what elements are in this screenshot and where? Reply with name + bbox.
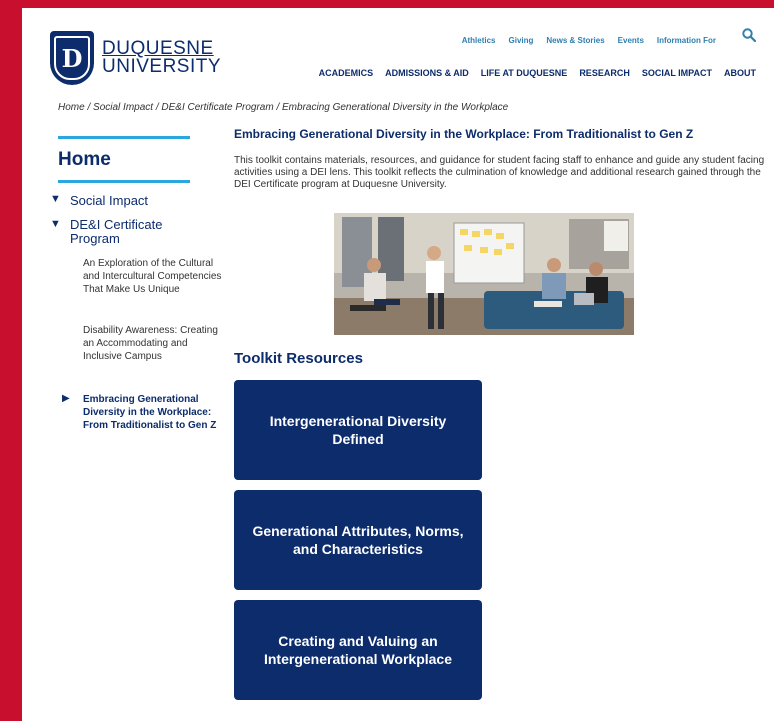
triangle-right-icon: ▶ (62, 393, 70, 404)
nav-news-stories[interactable]: News & Stories (546, 36, 604, 45)
card-label: Creating and Valuing an Intergenerationa… (263, 633, 452, 667)
nav-academics[interactable]: ACADEMICS (319, 68, 374, 78)
triangle-down-icon: ▼ (50, 193, 61, 205)
nav-giving[interactable]: Giving (509, 36, 534, 45)
nav-social-impact[interactable]: SOCIAL IMPACT (642, 68, 712, 78)
intro-text: This toolkit contains materials, resourc… (234, 155, 765, 190)
resource-card-intergenerational-diversity[interactable]: Intergenerational Diversity Defined (234, 380, 482, 480)
breadcrumb: Home / Social Impact / DE&I Certificate … (58, 102, 509, 113)
sidebar-subitem-cultural-competencies[interactable]: An Exploration of the Cultural and Inter… (83, 257, 228, 296)
search-icon[interactable] (742, 28, 756, 42)
sidebar-subitem-generational-diversity[interactable]: Embracing Generational Diversity in the … (83, 393, 228, 432)
card-label: Generational Attributes, Norms, and Char… (252, 523, 464, 557)
nav-events[interactable]: Events (618, 36, 644, 45)
page-title: Embracing Generational Diversity in the … (234, 127, 694, 141)
utility-nav: Athletics Giving News & Stories Events I… (462, 36, 716, 45)
logo-wordmark: DUQUESNE UNIVERSITY (102, 39, 222, 77)
nav-information-for[interactable]: Information For (657, 36, 716, 45)
nav-research[interactable]: RESEARCH (579, 68, 630, 78)
main-nav: ACADEMICS ADMISSIONS & AID LIFE AT DUQUE… (319, 68, 756, 78)
resource-card-generational-attributes[interactable]: Generational Attributes, Norms, and Char… (234, 490, 482, 590)
sidebar-divider-top (58, 136, 190, 139)
page: D DUQUESNE UNIVERSITY Athletics Giving N… (22, 8, 774, 721)
sidebar-item-label: Social Impact (70, 193, 149, 208)
sidebar-home[interactable]: Home (58, 149, 111, 171)
breadcrumb-home[interactable]: Home (58, 102, 85, 113)
breadcrumb-social-impact[interactable]: Social Impact (93, 102, 153, 113)
sidebar-item-label: DE&I Certificate Program (70, 217, 163, 246)
logo-line2: UNIVERSITY (102, 56, 222, 77)
nav-athletics[interactable]: Athletics (462, 36, 496, 45)
card-label: Intergenerational Diversity Defined (269, 413, 447, 447)
duquesne-logo[interactable]: D DUQUESNE UNIVERSITY (50, 31, 221, 85)
sidebar-subitem-disability-awareness[interactable]: Disability Awareness: Creating an Accomm… (83, 324, 228, 363)
toolkit-heading: Toolkit Resources (234, 350, 363, 367)
logo-mark: D (54, 36, 90, 80)
team-meeting-photo (334, 213, 634, 335)
nav-life-at-duquesne[interactable]: LIFE AT DUQUESNE (481, 68, 568, 78)
breadcrumb-dei-program[interactable]: DE&I Certificate Program (161, 102, 273, 113)
triangle-down-icon: ▼ (50, 218, 61, 230)
shield-icon: D (50, 31, 94, 85)
resource-card-intergenerational-workplace[interactable]: Creating and Valuing an Intergenerationa… (234, 600, 482, 700)
breadcrumb-current: Embracing Generational Diversity in the … (282, 102, 509, 113)
nav-admissions-aid[interactable]: ADMISSIONS & AID (385, 68, 469, 78)
sidebar-divider-bottom (58, 180, 190, 183)
nav-about[interactable]: ABOUT (724, 68, 756, 78)
